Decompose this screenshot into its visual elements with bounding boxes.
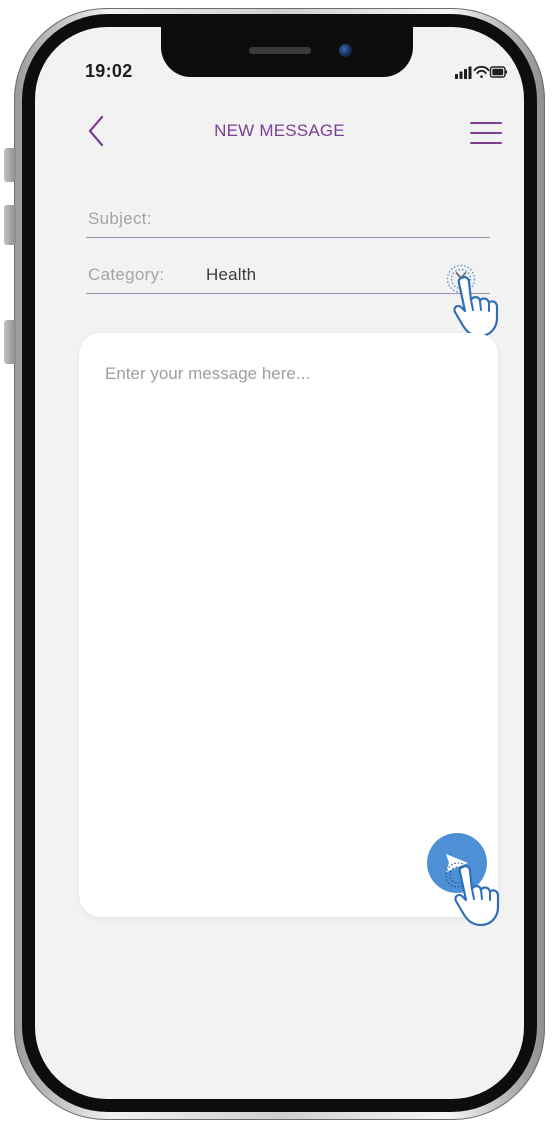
app-screen: 19:02 NEW MESSAGE Subject: Category: Hea…	[35, 27, 524, 1099]
hamburger-menu-icon[interactable]	[469, 120, 503, 146]
phone-notch	[161, 27, 413, 77]
status-icons	[455, 65, 507, 79]
tap-hand-icon	[453, 276, 499, 338]
page-title: NEW MESSAGE	[214, 121, 345, 140]
volume-up-button	[4, 205, 16, 245]
category-field[interactable]: Category: Health	[86, 259, 490, 294]
message-textarea[interactable]	[79, 333, 498, 917]
wifi-icon	[473, 65, 490, 78]
category-label: Category:	[88, 265, 165, 284]
mute-switch	[4, 148, 16, 182]
battery-icon	[489, 66, 507, 78]
subject-field[interactable]: Subject:	[86, 203, 490, 238]
subject-label: Subject:	[88, 209, 152, 228]
category-value: Health	[206, 265, 257, 284]
status-time: 19:02	[85, 61, 133, 81]
tap-hand-icon	[454, 865, 500, 927]
signal-icon	[455, 66, 472, 79]
front-camera-icon	[339, 44, 352, 57]
message-card	[79, 333, 498, 917]
volume-down-button	[4, 320, 16, 364]
speaker-grille	[249, 47, 311, 54]
